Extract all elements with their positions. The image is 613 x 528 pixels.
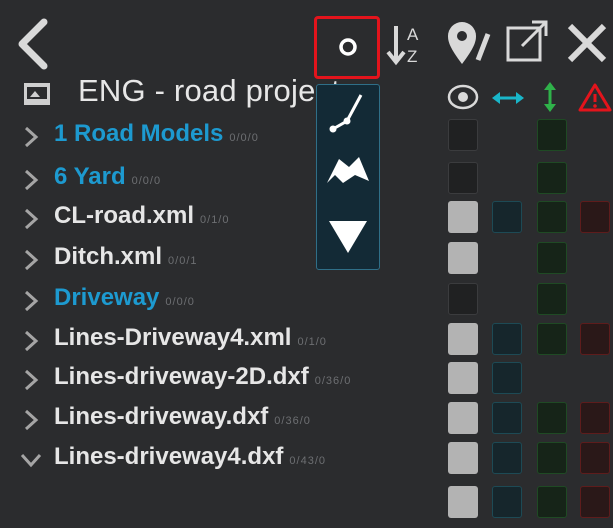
location-edit-icon[interactable] (446, 20, 492, 68)
visibility-checkbox[interactable] (448, 362, 478, 394)
point-circle-icon (339, 38, 357, 56)
item-label: Driveway (54, 284, 160, 311)
item-label: Lines-Driveway4.xml (54, 324, 292, 351)
list-item[interactable]: CL-road.xml 0/1/0 (0, 196, 613, 242)
partial-cell (492, 486, 522, 518)
list-item-partial (0, 482, 613, 528)
visibility-checkbox[interactable] (448, 119, 478, 151)
warning-toggle[interactable] (580, 402, 610, 434)
item-count: 0/1/0 (200, 214, 230, 226)
item-label: Lines-driveway4.dxf (54, 443, 284, 470)
geometry-type-menu (316, 84, 380, 270)
horizontal-toggle[interactable] (492, 362, 522, 394)
item-label: Lines-driveway-2D.dxf (54, 363, 309, 390)
line-geometry-icon[interactable] (327, 91, 369, 135)
list-item-name[interactable]: Lines-driveway4.dxf 0/43/0 (54, 443, 326, 471)
svg-text:A: A (407, 25, 419, 44)
list-item-name[interactable]: 6 Yard 0/0/0 (54, 163, 161, 191)
item-count: 0/0/0 (165, 296, 195, 308)
item-label: 6 Yard (54, 163, 126, 190)
project-title: ENG - road project (78, 73, 341, 108)
horizontal-toggle[interactable] (492, 323, 522, 355)
item-count: 0/1/0 (297, 336, 327, 348)
chevron-right-icon[interactable] (20, 288, 42, 314)
triangle-geometry-icon[interactable] (327, 217, 369, 257)
list-item-name[interactable]: Driveway 0/0/0 (54, 284, 195, 312)
chevron-right-icon[interactable] (20, 124, 42, 150)
list-item-name[interactable]: Ditch.xml 0/0/1 (54, 243, 198, 271)
visibility-checkbox[interactable] (448, 162, 478, 194)
visibility-checkbox[interactable] (448, 323, 478, 355)
warning-toggle[interactable] (580, 442, 610, 474)
vertical-toggle[interactable] (537, 201, 567, 233)
item-count: 0/0/0 (131, 175, 162, 187)
warning-toggle[interactable] (580, 323, 610, 355)
item-label: Ditch.xml (54, 243, 163, 270)
chevron-right-icon[interactable] (20, 206, 42, 232)
item-label: Lines-driveway.dxf (54, 403, 269, 430)
horizontal-arrow-icon[interactable] (490, 84, 526, 112)
vertical-toggle[interactable] (537, 162, 567, 194)
list-item[interactable]: Ditch.xml 0/0/1 (0, 237, 613, 283)
visibility-checkbox[interactable] (448, 283, 478, 315)
item-count: 0/43/0 (289, 455, 327, 467)
item-label: CL-road.xml (54, 202, 195, 229)
visibility-checkbox[interactable] (448, 201, 478, 233)
vertical-toggle[interactable] (537, 323, 567, 355)
chevron-right-icon[interactable] (20, 328, 42, 354)
chevron-right-icon[interactable] (20, 367, 42, 393)
project-folder-icon (24, 83, 50, 105)
chevron-down-icon[interactable] (20, 447, 42, 473)
vertical-toggle[interactable] (537, 402, 567, 434)
vertical-toggle[interactable] (537, 442, 567, 474)
horizontal-toggle[interactable] (492, 402, 522, 434)
list-item-name[interactable]: Lines-Driveway4.xml 0/1/0 (54, 324, 327, 352)
list-item-name[interactable]: Lines-driveway.dxf 0/36/0 (54, 403, 311, 431)
surface-geometry-icon[interactable] (325, 153, 371, 187)
visibility-checkbox[interactable] (448, 402, 478, 434)
horizontal-toggle[interactable] (492, 442, 522, 474)
partial-cell (448, 486, 478, 518)
item-count: 0/0/0 (229, 132, 259, 144)
warning-toggle[interactable] (580, 201, 610, 233)
vertical-toggle[interactable] (537, 242, 567, 274)
chevron-right-icon[interactable] (20, 247, 42, 273)
chevron-right-icon[interactable] (20, 407, 42, 433)
vertical-toggle[interactable] (537, 119, 567, 151)
back-chevron-icon[interactable] (14, 18, 50, 70)
partial-cell (580, 486, 610, 518)
vertical-toggle[interactable] (537, 283, 567, 315)
list-item-name[interactable]: Lines-driveway-2D.dxf 0/36/0 (54, 363, 351, 391)
warning-icon[interactable] (578, 82, 612, 112)
svg-text:Z: Z (407, 47, 417, 66)
list-item[interactable]: Lines-driveway4.dxf 0/43/0 (0, 437, 613, 483)
vertical-arrow-icon[interactable] (538, 80, 562, 114)
item-count: 0/36/0 (314, 375, 352, 387)
open-external-icon[interactable] (504, 20, 550, 66)
chevron-right-icon[interactable] (20, 167, 42, 193)
list-item[interactable]: 1 Road Models 0/0/0 (0, 114, 613, 160)
point-select-button[interactable] (314, 16, 380, 79)
list-item-name[interactable]: 1 Road Models 0/0/0 (54, 120, 259, 148)
item-count: 0/0/1 (168, 255, 198, 267)
sort-az-icon[interactable]: A Z (384, 20, 428, 68)
list-item-name[interactable]: CL-road.xml 0/1/0 (54, 202, 229, 230)
visibility-checkbox[interactable] (448, 242, 478, 274)
close-icon[interactable] (564, 20, 610, 66)
horizontal-toggle[interactable] (492, 201, 522, 233)
visibility-checkbox[interactable] (448, 442, 478, 474)
partial-cell (537, 486, 567, 518)
item-count: 0/36/0 (274, 415, 311, 427)
item-label: 1 Road Models (54, 120, 224, 147)
visibility-eye-icon[interactable] (446, 82, 480, 112)
